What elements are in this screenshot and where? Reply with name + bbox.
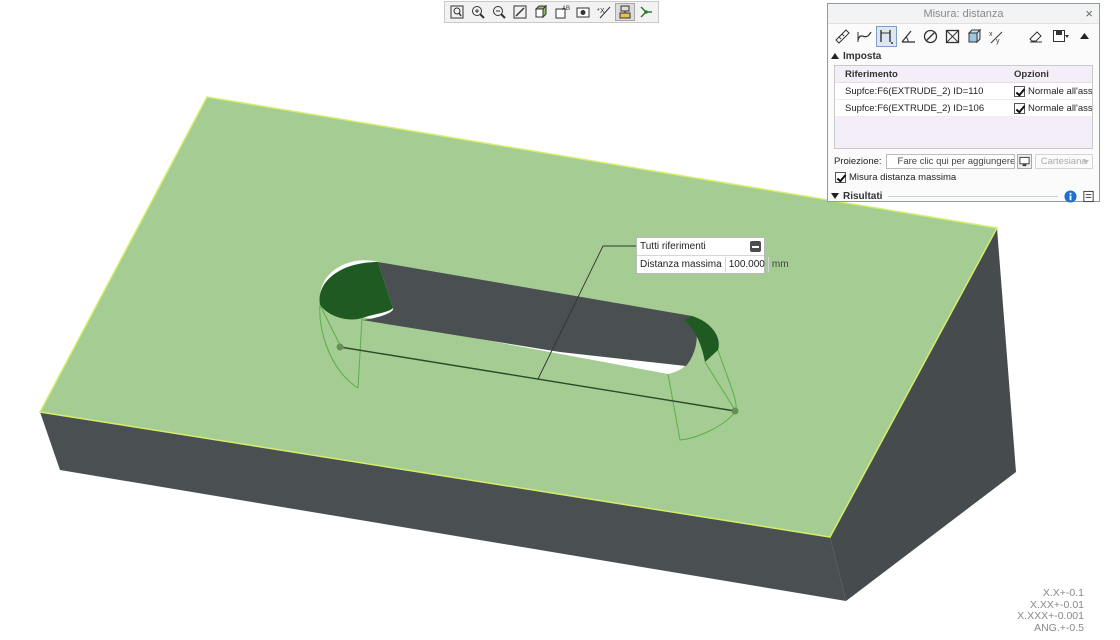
expand-triangle-icon bbox=[831, 193, 839, 199]
row-reference: Supfce:F6(EXTRUDE_2) ID=106 bbox=[845, 102, 985, 114]
refit-button[interactable] bbox=[447, 3, 467, 21]
measure-toolbar: xy bbox=[828, 24, 1099, 49]
callout-header: Tutti riferimenti bbox=[637, 238, 764, 256]
view-manager-icon bbox=[576, 7, 590, 18]
ruler-icon bbox=[835, 29, 850, 44]
dialog-titlebar[interactable]: Misura: distanza × bbox=[828, 4, 1099, 24]
references-table[interactable]: Riferimento Opzioni Supfce:F6(EXTRUDE_2)… bbox=[834, 65, 1093, 149]
results-label: Risultati bbox=[843, 190, 883, 202]
view-manager-button[interactable] bbox=[573, 3, 593, 21]
area-button[interactable] bbox=[942, 26, 963, 47]
row-option: Normale all'asse bbox=[1012, 102, 1092, 114]
annotation-display-button[interactable]: * X bbox=[594, 3, 614, 21]
repaint-icon bbox=[513, 5, 527, 19]
tolerance-3-decimal: X.XXX+-0.001 bbox=[1017, 610, 1084, 622]
measurement-callout[interactable]: Tutti riferimenti Distanza massima 100.0… bbox=[636, 237, 789, 274]
info-icon[interactable] bbox=[1064, 189, 1077, 203]
tolerance-table: X.X+-0.1 X.XX+-0.01 X.XXX+-0.001 ANG.+-0… bbox=[1004, 587, 1084, 634]
monitor-icon bbox=[1019, 156, 1030, 166]
volume-button[interactable] bbox=[964, 26, 985, 47]
column-options: Opzioni bbox=[1014, 68, 1049, 80]
table-row[interactable]: Supfce:F6(EXTRUDE_2) ID=106 Normale all'… bbox=[835, 100, 1092, 117]
callout-title: Tutti riferimenti bbox=[640, 241, 706, 252]
display-style-icon bbox=[534, 4, 548, 19]
svg-text:y: y bbox=[996, 38, 1000, 45]
transform-icon: xy bbox=[989, 31, 1003, 45]
close-icon[interactable]: × bbox=[1085, 6, 1093, 21]
callout-result-row: Distanza massima 100.000 mm bbox=[637, 256, 789, 273]
svg-text:AB: AB bbox=[562, 6, 570, 12]
normal-to-axis-checkbox[interactable] bbox=[1014, 85, 1025, 97]
repaint-button[interactable] bbox=[510, 3, 530, 21]
max-distance-checkbox[interactable] bbox=[835, 172, 846, 183]
row-option-label: Normale all'asse bbox=[1028, 85, 1092, 97]
distance-button[interactable] bbox=[876, 26, 897, 47]
row-reference: Supfce:F6(EXTRUDE_2) ID=110 bbox=[845, 85, 984, 97]
collapse-icon[interactable] bbox=[750, 241, 761, 252]
normal-to-axis-checkbox[interactable] bbox=[1014, 102, 1025, 114]
save-icon bbox=[1052, 30, 1069, 42]
feature-info-icon[interactable] bbox=[1082, 190, 1095, 203]
spin-center-button[interactable] bbox=[636, 3, 656, 21]
table-header: Riferimento Opzioni bbox=[835, 66, 1092, 83]
tolerance-1-decimal: X.X+-0.1 bbox=[1042, 587, 1084, 599]
length-button[interactable] bbox=[832, 26, 853, 47]
chevron-up-icon bbox=[1080, 33, 1089, 39]
projection-label: Proiezione: bbox=[834, 155, 882, 167]
dialog-title: Misura: distanza bbox=[923, 7, 1004, 20]
eraser-icon bbox=[1029, 31, 1042, 43]
area-icon bbox=[945, 29, 960, 44]
zoom-out-icon bbox=[493, 6, 506, 19]
results-section-header[interactable]: Risultati bbox=[828, 188, 1099, 204]
curve-length-icon bbox=[857, 31, 872, 42]
measure-point-start[interactable] bbox=[336, 343, 344, 351]
callout-value: 100.000 bbox=[724, 257, 769, 272]
datum-display-button[interactable] bbox=[615, 3, 635, 21]
datum-display-icon bbox=[619, 5, 631, 19]
eraser-button[interactable] bbox=[1025, 26, 1046, 47]
diameter-icon bbox=[923, 29, 938, 44]
measure-dialog: Misura: distanza × xy Imposta Riferiment… bbox=[827, 3, 1100, 204]
zoom-out-button[interactable] bbox=[489, 3, 509, 21]
measure-point-end[interactable] bbox=[731, 407, 739, 415]
display-style-button[interactable] bbox=[531, 3, 551, 21]
row-option: Normale all'asse bbox=[1012, 85, 1092, 97]
curve-length-button[interactable] bbox=[854, 26, 875, 47]
callout-label: Distanza massima bbox=[640, 259, 722, 270]
diameter-button[interactable] bbox=[920, 26, 941, 47]
collapse-dialog-button[interactable] bbox=[1074, 26, 1095, 47]
angle-button[interactable] bbox=[898, 26, 919, 47]
results-divider bbox=[888, 195, 1058, 197]
spin-center-icon bbox=[640, 6, 652, 18]
saved-orientations-icon: AB bbox=[555, 6, 570, 19]
projection-mode-select[interactable]: Cartesiana bbox=[1034, 153, 1093, 169]
save-button[interactable] bbox=[1047, 26, 1073, 47]
angle-icon bbox=[901, 30, 915, 43]
svg-text:x: x bbox=[989, 31, 993, 38]
graphics-toolbar: AB * X bbox=[444, 1, 659, 23]
saved-orientations-button[interactable]: AB bbox=[552, 3, 572, 21]
annotation-display-icon: * X bbox=[597, 6, 611, 19]
select-reference-button[interactable] bbox=[1016, 153, 1032, 169]
refit-icon bbox=[450, 5, 464, 19]
volume-icon bbox=[967, 28, 982, 44]
max-distance-label: Misura distanza massima bbox=[849, 172, 957, 183]
table-row[interactable]: Supfce:F6(EXTRUDE_2) ID=110 Normale all'… bbox=[835, 83, 1092, 100]
tolerance-angle: ANG.+-0.5 bbox=[1034, 621, 1084, 634]
callout-unit: mm bbox=[771, 259, 789, 270]
setup-section-header[interactable]: Imposta bbox=[828, 49, 1099, 63]
projection-row: Proiezione: Fare clic qui per aggiungere… bbox=[828, 152, 1099, 170]
zoom-in-icon bbox=[472, 6, 485, 19]
collapse-triangle-icon bbox=[831, 53, 839, 59]
row-option-label: Normale all'asse bbox=[1028, 102, 1092, 114]
projection-input[interactable]: Fare clic qui per aggiungere un elemento bbox=[885, 153, 1015, 169]
distance-icon bbox=[880, 30, 893, 44]
setup-label: Imposta bbox=[843, 50, 882, 62]
max-distance-row: Misura distanza massima bbox=[828, 170, 1099, 185]
transform-button[interactable]: xy bbox=[986, 26, 1007, 47]
column-reference: Riferimento bbox=[845, 68, 898, 80]
zoom-in-button[interactable] bbox=[468, 3, 488, 21]
